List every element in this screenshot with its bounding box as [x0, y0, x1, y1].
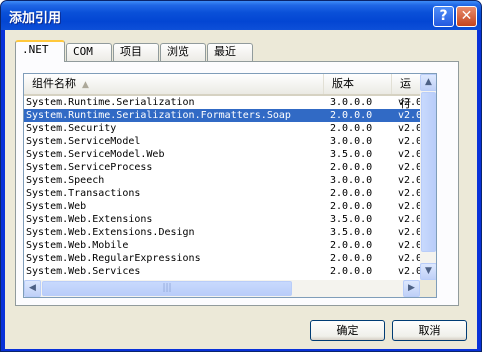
- horizontal-scrollbar[interactable]: ◀ ||| ▶: [24, 280, 420, 297]
- scroll-right-icon[interactable]: ▶: [403, 280, 420, 297]
- table-row[interactable]: System.ServiceProcess 2.0.0.0 v2.0: [24, 161, 423, 174]
- vertical-scroll-thumb[interactable]: [421, 92, 436, 252]
- tab-com[interactable]: COM: [66, 43, 112, 61]
- cell-runtime: v2.0: [398, 227, 423, 238]
- cell-version: 2.0.0.0: [330, 110, 373, 121]
- table-row[interactable]: System.Web.RegularExpressions 2.0.0.0 v2.0: [24, 252, 423, 265]
- table-row[interactable]: System.Web.Extensions 3.5.0.0 v2.0: [24, 213, 423, 226]
- tab-projects[interactable]: 项目: [113, 43, 159, 61]
- vertical-scrollbar[interactable]: ▲ ▼: [420, 74, 436, 280]
- cell-name: System.Web.Extensions: [26, 214, 153, 225]
- component-list[interactable]: 组件名称 ▲ 版本 运行 System.Runtime.Serialization…: [23, 73, 437, 298]
- cell-name: System.ServiceModel.Web: [26, 149, 165, 160]
- cell-version: 2.0.0.0: [330, 201, 373, 212]
- cell-name: System.Speech: [26, 175, 105, 186]
- table-row[interactable]: System.Runtime.Serialization.Formatters.…: [24, 109, 423, 122]
- tab-browse[interactable]: 浏览: [160, 43, 206, 61]
- cell-runtime: v2.0: [398, 175, 423, 186]
- tab-dotnet[interactable]: .NET: [15, 40, 65, 62]
- cell-name: System.Transactions: [26, 188, 141, 199]
- cell-runtime: v2.0: [398, 149, 423, 160]
- scrollbar-corner: [420, 280, 436, 297]
- cell-version: 3.0.0.0: [330, 97, 373, 108]
- ok-button[interactable]: 确定: [310, 320, 385, 341]
- title-bar[interactable]: 添加引用 ? ✕: [1, 1, 481, 30]
- cell-runtime: v2.0: [398, 136, 423, 147]
- help-button[interactable]: ?: [433, 6, 454, 27]
- dialog-title: 添加引用: [9, 11, 62, 26]
- cell-version: 2.0.0.0: [330, 162, 373, 173]
- cell-version: 2.0.0.0: [330, 123, 373, 134]
- cell-name: System.Web.Extensions.Design: [26, 227, 195, 238]
- cell-name: System.ServiceModel: [26, 136, 141, 147]
- table-row[interactable]: System.Runtime.Serialization 3.0.0.0 v2.0: [24, 96, 423, 109]
- cell-name: System.Web.Mobile: [26, 240, 129, 251]
- cancel-button[interactable]: 取消: [392, 320, 467, 341]
- scroll-up-icon[interactable]: ▲: [420, 74, 436, 91]
- cell-name: System.ServiceProcess: [26, 162, 153, 173]
- cell-version: 3.5.0.0: [330, 149, 373, 160]
- cell-name: System.Runtime.Serialization: [26, 97, 195, 108]
- cell-version: 3.0.0.0: [330, 136, 373, 147]
- cell-runtime: v2.0: [398, 266, 423, 277]
- cell-runtime: v2.0: [398, 214, 423, 225]
- column-header-runtime[interactable]: 运行: [392, 74, 420, 110]
- horizontal-scroll-thumb[interactable]: |||: [42, 281, 292, 296]
- close-button[interactable]: ✕: [456, 6, 477, 27]
- column-header-name[interactable]: 组件名称 ▲: [24, 74, 324, 94]
- table-row[interactable]: System.Web.Extensions.Design 3.5.0.0 v2.0: [24, 226, 423, 239]
- cell-version: 2.0.0.0: [330, 240, 373, 251]
- table-row[interactable]: System.ServiceModel.Web 3.5.0.0 v2.0: [24, 148, 423, 161]
- cell-runtime: v2.0: [398, 97, 423, 108]
- cell-runtime: v2.0: [398, 110, 423, 121]
- cell-name: System.Web: [26, 201, 87, 212]
- sort-ascending-icon: ▲: [82, 80, 89, 90]
- cell-version: 3.0.0.0: [330, 175, 373, 186]
- dialog-body: .NET COM 项目 浏览 最近 组件名称 ▲ 版本 运行 System.Run…: [5, 30, 477, 349]
- cell-name: System.Web.RegularExpressions: [26, 253, 201, 264]
- cell-name: System.Web.Services: [26, 266, 141, 277]
- table-row[interactable]: System.ServiceModel 3.0.0.0 v2.0: [24, 135, 423, 148]
- column-header-version[interactable]: 版本: [324, 74, 392, 94]
- cell-version: 2.0.0.0: [330, 266, 373, 277]
- table-row[interactable]: System.Speech 3.0.0.0 v2.0: [24, 174, 423, 187]
- scroll-left-icon[interactable]: ◀: [24, 280, 41, 297]
- cell-runtime: v2.0: [398, 201, 423, 212]
- cell-version: 3.5.0.0: [330, 227, 373, 238]
- cell-runtime: v2.0: [398, 123, 423, 134]
- list-rows: System.Runtime.Serialization 3.0.0.0 v2.0 S…: [24, 96, 423, 278]
- table-row[interactable]: System.Transactions 2.0.0.0 v2.0: [24, 187, 423, 200]
- cell-runtime: v2.0: [398, 188, 423, 199]
- table-row[interactable]: System.Web.Mobile 2.0.0.0 v2.0: [24, 239, 423, 252]
- add-reference-dialog: 添加引用 ? ✕ .NET COM 项目 浏览 最近 组件名称 ▲ 版本 运行 S…: [0, 0, 482, 352]
- list-header: 组件名称 ▲ 版本 运行: [24, 74, 420, 110]
- table-row[interactable]: System.Web.Services 2.0.0.0 v2.0: [24, 265, 423, 278]
- table-row[interactable]: System.Web 2.0.0.0 v2.0: [24, 200, 423, 213]
- cell-runtime: v2.0: [398, 253, 423, 264]
- cell-name: System.Runtime.Serialization.Formatters.…: [26, 110, 291, 121]
- cell-runtime: v2.0: [398, 162, 423, 173]
- cell-name: System.Security: [26, 123, 117, 134]
- cell-version: 3.5.0.0: [330, 214, 373, 225]
- tab-recent[interactable]: 最近: [207, 43, 253, 61]
- cell-runtime: v2.0: [398, 240, 423, 251]
- cell-version: 2.0.0.0: [330, 253, 373, 264]
- scroll-down-icon[interactable]: ▼: [420, 263, 436, 280]
- table-row[interactable]: System.Security 2.0.0.0 v2.0: [24, 122, 423, 135]
- cell-version: 2.0.0.0: [330, 188, 373, 199]
